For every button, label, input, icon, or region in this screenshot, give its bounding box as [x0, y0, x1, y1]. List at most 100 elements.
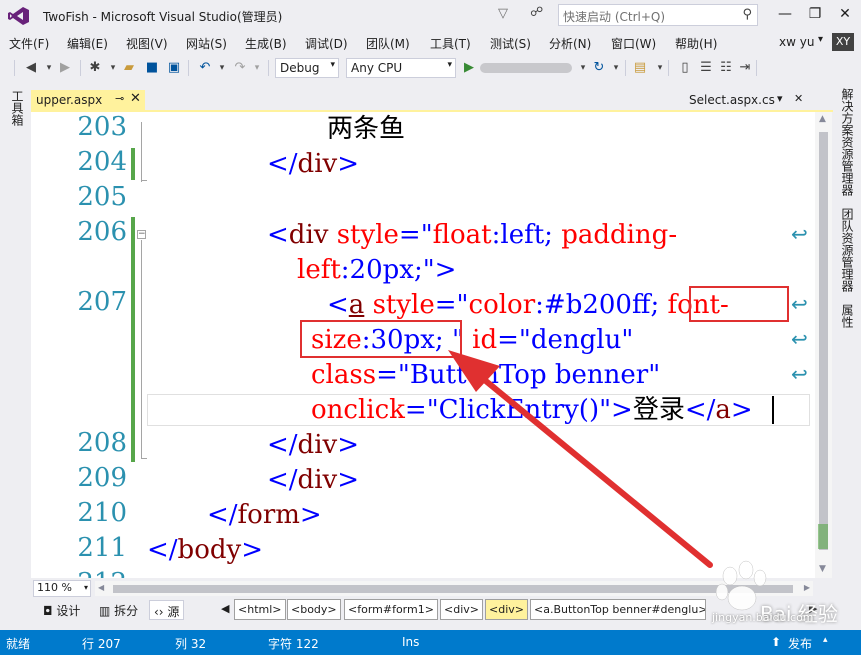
menu-website[interactable]: 网站(S): [186, 35, 227, 52]
outline-guide: [141, 458, 147, 459]
code-line: </div>: [267, 430, 359, 460]
status-line: 行 207: [82, 637, 121, 651]
line-number: 205: [77, 182, 127, 212]
close-icon[interactable]: ✕: [130, 91, 141, 106]
avatar[interactable]: XY: [832, 33, 854, 51]
save-icon[interactable]: ■: [143, 59, 161, 77]
solution-explorer-tab[interactable]: 解决方案资源管理器: [839, 88, 856, 196]
undo-icon[interactable]: ↶: [196, 59, 214, 77]
menu-bar: 文件(F) 编辑(E) 视图(V) 网站(S) 生成(B) 调试(D) 团队(M…: [0, 31, 861, 53]
split-icon: ▥: [99, 604, 115, 618]
chevron-down-icon: ▾: [447, 60, 452, 70]
scrollbar-thumb[interactable]: [113, 585, 793, 593]
collapse-icon[interactable]: −: [137, 230, 146, 239]
quick-launch-input[interactable]: 快速启动 (Ctrl+Q) ⚲: [558, 4, 758, 26]
tab-select-aspx-cs[interactable]: Select.aspx.cs: [689, 93, 775, 107]
breadcrumb-prev-icon[interactable]: ◀: [221, 602, 229, 615]
menu-file[interactable]: 文件(F): [9, 35, 49, 52]
scroll-up-icon[interactable]: ▲: [819, 114, 826, 124]
user-name[interactable]: xw yu: [779, 35, 814, 49]
scrollbar-thumb[interactable]: [819, 132, 828, 550]
solution-configuration-select[interactable]: Debug ▾: [275, 58, 339, 78]
split-view-button[interactable]: ▥ 拆分: [95, 600, 142, 620]
menu-view[interactable]: 视图(V): [126, 35, 168, 52]
solution-platform-select[interactable]: Any CPU ▾: [346, 58, 456, 78]
menu-analyze[interactable]: 分析(N): [549, 35, 591, 52]
menu-help[interactable]: 帮助(H): [675, 35, 717, 52]
code-line: </body>: [147, 535, 263, 565]
breadcrumb-item[interactable]: <div>: [440, 599, 483, 620]
navigate-forward-icon[interactable]: ▶: [56, 59, 74, 77]
user-menu-chevron-down-icon[interactable]: ▾: [818, 34, 823, 45]
toolbar-options-icon[interactable]: ▾: [651, 59, 669, 77]
search-icon[interactable]: ⚲: [742, 7, 752, 22]
uncomment-icon[interactable]: ☷: [717, 59, 735, 77]
document-icon[interactable]: ▯: [676, 59, 694, 77]
line-number: 206: [77, 217, 127, 247]
text-caret: [772, 396, 774, 424]
menu-team[interactable]: 团队(M): [366, 35, 410, 52]
browser-link-icon[interactable]: ▤: [631, 59, 649, 77]
navigate-back-icon[interactable]: ◀: [22, 59, 40, 77]
vertical-scrollbar[interactable]: ▲ ▼: [815, 112, 832, 578]
design-icon: ◘: [43, 604, 57, 618]
toolbar-separator: [625, 60, 626, 76]
right-tool-strip: 解决方案资源管理器 团队资源管理器 属性: [833, 86, 861, 628]
split-label: 拆分: [114, 604, 139, 618]
code-editor[interactable]: 203 204 205 206 207 208 209 210 211 212 …: [31, 112, 815, 578]
close-button[interactable]: ✕: [830, 2, 860, 26]
comment-icon[interactable]: ☰: [697, 59, 715, 77]
properties-tab[interactable]: 属性: [839, 304, 856, 328]
menu-window[interactable]: 窗口(W): [611, 35, 656, 52]
line-number: 209: [77, 463, 127, 493]
menu-build[interactable]: 生成(B): [245, 35, 287, 52]
notification-filter-icon[interactable]: ▽: [498, 6, 516, 24]
title-bar: TwoFish - Microsoft Visual Studio(管理员) ▽…: [0, 0, 861, 31]
open-file-icon[interactable]: ▰: [120, 59, 138, 77]
restore-button[interactable]: ❐: [800, 2, 830, 26]
refresh-dropdown-icon[interactable]: ▾: [607, 59, 625, 77]
start-debugging-play-icon[interactable]: ▶: [464, 60, 476, 76]
menu-debug[interactable]: 调试(D): [305, 35, 348, 52]
indent-icon[interactable]: ⇥: [736, 59, 754, 77]
refresh-icon[interactable]: ↻: [590, 59, 608, 77]
design-view-button[interactable]: ◘ 设计: [39, 600, 84, 620]
breadcrumb-item[interactable]: <div>: [485, 599, 528, 620]
breadcrumb-item[interactable]: <form#form1>: [344, 599, 438, 620]
pin-icon[interactable]: ⊸: [115, 92, 124, 105]
source-view-button[interactable]: ‹› 源: [149, 600, 185, 620]
status-insert-mode: Ins: [402, 635, 420, 649]
blurred-browser-target[interactable]: [480, 63, 572, 73]
breadcrumb-item[interactable]: <body>: [287, 599, 341, 620]
status-column: 列 32: [175, 637, 207, 651]
chevron-down-icon[interactable]: ▾: [84, 583, 88, 592]
word-wrap-icon: ↩: [791, 292, 808, 316]
chevron-up-icon[interactable]: ▴: [823, 635, 828, 645]
menu-test[interactable]: 测试(S): [490, 35, 531, 52]
breadcrumb-item[interactable]: <a.ButtonTop benner#denglu>: [530, 599, 706, 620]
menu-tools[interactable]: 工具(T): [430, 35, 471, 52]
team-explorer-tab[interactable]: 团队资源管理器: [839, 208, 856, 292]
tab-overflow-icons[interactable]: ▾ ✕: [777, 92, 807, 105]
undo-dropdown-icon[interactable]: ▾: [213, 59, 231, 77]
toolbar-grip: [14, 60, 15, 76]
new-project-icon[interactable]: ✱: [86, 59, 104, 77]
publish-button[interactable]: 发布: [788, 635, 812, 652]
publish-icon[interactable]: ⬆: [771, 635, 781, 649]
minimize-button[interactable]: —: [770, 2, 800, 26]
breadcrumb-item[interactable]: <html>: [234, 599, 286, 620]
toolbox-tab[interactable]: 工具箱: [9, 90, 26, 126]
feedback-icon[interactable]: ☍: [530, 5, 548, 23]
source-icon: ‹›: [154, 605, 168, 619]
menu-edit[interactable]: 编辑(E): [67, 35, 108, 52]
redo-icon[interactable]: ↷: [231, 59, 249, 77]
save-all-icon[interactable]: ▣: [165, 59, 183, 77]
source-label: 源: [167, 605, 180, 619]
tab-upper-aspx[interactable]: upper.aspx ⊸ ✕: [31, 90, 145, 110]
line-number: 211: [77, 533, 127, 563]
scroll-left-icon[interactable]: ◀: [98, 583, 104, 592]
word-wrap-icon: ↩: [791, 362, 808, 386]
redo-dropdown-icon[interactable]: ▾: [248, 59, 266, 77]
toolbar-separator: [80, 60, 81, 76]
zoom-select[interactable]: 110 %: [33, 580, 91, 597]
